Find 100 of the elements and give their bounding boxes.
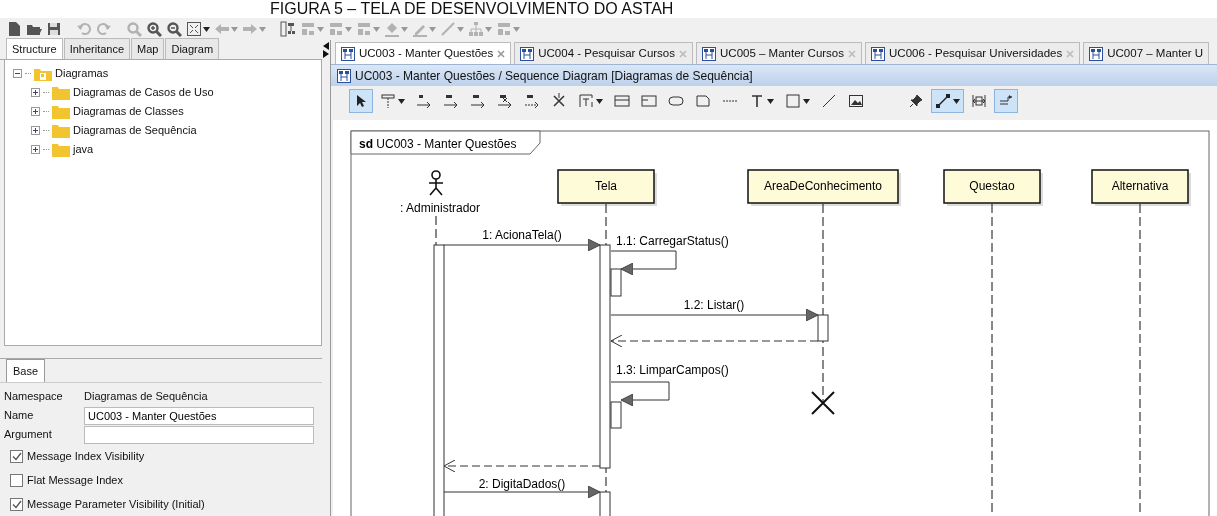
panel-tab[interactable]: Structure xyxy=(6,37,63,59)
zoom-out-icon[interactable] xyxy=(166,21,182,37)
checkbox-label: Flat Message Index xyxy=(27,472,123,488)
caret-icon[interactable] xyxy=(767,98,774,104)
caret-icon[interactable] xyxy=(596,98,603,104)
caret-icon[interactable] xyxy=(203,26,210,32)
layout-icon[interactable] xyxy=(280,21,296,37)
frame-icon xyxy=(614,93,630,109)
zoom-in-icon[interactable] xyxy=(146,21,162,37)
document-tab[interactable]: UC004 - Pesquisar Cursos xyxy=(514,42,693,64)
connector-tool[interactable] xyxy=(931,89,964,113)
checkbox[interactable] xyxy=(10,473,23,487)
message-icon xyxy=(416,93,432,109)
message-label: 1: AcionaTela() xyxy=(482,228,562,242)
collapse-toggle[interactable] xyxy=(13,69,22,78)
tree-item[interactable]: Diagramas de Sequência xyxy=(73,122,197,139)
pointer-tool[interactable] xyxy=(349,89,373,113)
object-box[interactable] xyxy=(747,169,899,204)
tree-item[interactable]: Diagramas xyxy=(55,65,109,82)
self-message-arrow[interactable] xyxy=(610,381,670,407)
tree-item[interactable]: Diagramas de Casos de Uso xyxy=(73,84,214,101)
actor-figure xyxy=(428,170,444,196)
object-label: Tela xyxy=(595,179,617,193)
note-icon xyxy=(695,93,711,109)
expand-toggle[interactable] xyxy=(31,107,40,116)
cross-icon xyxy=(551,93,567,109)
frame-label: sd UC003 - Manter Questões xyxy=(359,137,517,151)
tree-item[interactable]: java xyxy=(73,141,94,158)
object-label: Alternativa xyxy=(1111,179,1169,193)
panel-tab[interactable]: Diagram xyxy=(165,37,220,59)
caret-icon[interactable] xyxy=(398,98,405,104)
object-box[interactable] xyxy=(557,169,655,204)
diagram-title: UC003 - Manter Questões / Sequence Diagram [Diagramas de Sequência] xyxy=(355,67,753,85)
checkbox[interactable] xyxy=(10,497,23,511)
diagram-icon xyxy=(871,46,885,61)
lifeline-icon xyxy=(380,93,396,109)
input-field[interactable] xyxy=(84,425,314,444)
figure-caption: FIGURA 5 – TELA DE DESENVOLVIMENTO DO ASTAH xyxy=(270,0,674,17)
routing-tool[interactable] xyxy=(994,89,1018,113)
project-icon xyxy=(34,66,52,81)
message-icon xyxy=(470,93,486,109)
caret-icon[interactable] xyxy=(803,98,810,104)
object-label: Questao xyxy=(969,179,1015,193)
image-icon xyxy=(848,93,864,109)
message-icon xyxy=(443,93,459,109)
frame-icon xyxy=(641,93,657,109)
panel-tab[interactable]: Inheritance xyxy=(63,37,131,59)
field-label: Namespace xyxy=(4,389,64,405)
document-tab[interactable]: UC006 - Pesquisar Universidades xyxy=(865,42,1081,64)
diagram-icon xyxy=(337,68,351,83)
message-label: 2: DigitaDados() xyxy=(478,477,566,491)
panel-tab[interactable]: Map xyxy=(131,37,165,59)
diagram-icon xyxy=(1089,46,1104,61)
checkbox[interactable] xyxy=(10,449,23,463)
fragment-icon xyxy=(578,93,594,109)
pin-icon xyxy=(908,93,924,109)
document-tab[interactable]: UC005 – Manter Cursos xyxy=(696,42,862,64)
field-label: Argument xyxy=(4,427,53,443)
expand-toggle[interactable] xyxy=(31,88,40,97)
checkbox-label: Message Index Visibility xyxy=(27,448,145,464)
self-message-arrow[interactable] xyxy=(610,250,677,276)
dashed-line-icon xyxy=(722,99,738,103)
message-label: 1.3: LimparCampos() xyxy=(616,363,729,377)
return-arrow[interactable] xyxy=(443,459,601,473)
folder-icon xyxy=(52,85,70,100)
fit-icon[interactable] xyxy=(186,21,202,37)
actor-label: : Administrador xyxy=(400,201,480,215)
diagram-icon xyxy=(702,46,716,61)
object-box[interactable] xyxy=(943,169,1041,204)
folder-icon xyxy=(52,142,70,157)
diagram-icon xyxy=(520,46,535,61)
expand-toggle[interactable] xyxy=(31,126,40,135)
return-arrow[interactable] xyxy=(610,334,819,348)
field-value: Diagramas de Sequência xyxy=(84,389,208,405)
field-label: Name xyxy=(4,408,35,424)
message-icon xyxy=(497,93,513,109)
checkbox-label: Message Parameter Visibility (Initial) xyxy=(27,496,205,512)
object-box[interactable] xyxy=(1091,169,1189,204)
fit-width-icon xyxy=(971,93,987,109)
message-label: 1.1: CarregarStatus() xyxy=(616,234,729,248)
close-icon[interactable] xyxy=(497,49,506,58)
activation-bar xyxy=(817,314,829,342)
expand-toggle[interactable] xyxy=(31,145,40,154)
text-tool-icon xyxy=(749,93,765,109)
floppy-icon[interactable] xyxy=(46,21,62,37)
tree-item[interactable]: Diagramas de Classes xyxy=(73,103,184,120)
connector-icon xyxy=(935,93,951,109)
rectangle-icon xyxy=(785,93,801,109)
splitter-arrows-icon[interactable] xyxy=(323,42,329,58)
panel-tab[interactable]: Base xyxy=(6,358,46,382)
message-label: 1.2: Listar() xyxy=(683,298,745,312)
document-tab[interactable]: UC007 – Manter U xyxy=(1083,42,1210,64)
folder-icon xyxy=(52,104,70,119)
folder-icon xyxy=(52,123,70,138)
line-icon xyxy=(821,93,837,109)
object-label: AreaDeConhecimento xyxy=(763,179,883,193)
caret-icon[interactable] xyxy=(953,98,960,104)
diagram-icon xyxy=(341,46,355,61)
document-tab[interactable]: UC003 - Manter Questões xyxy=(335,42,512,64)
input-field[interactable]: UC003 - Manter Questões xyxy=(84,406,314,425)
